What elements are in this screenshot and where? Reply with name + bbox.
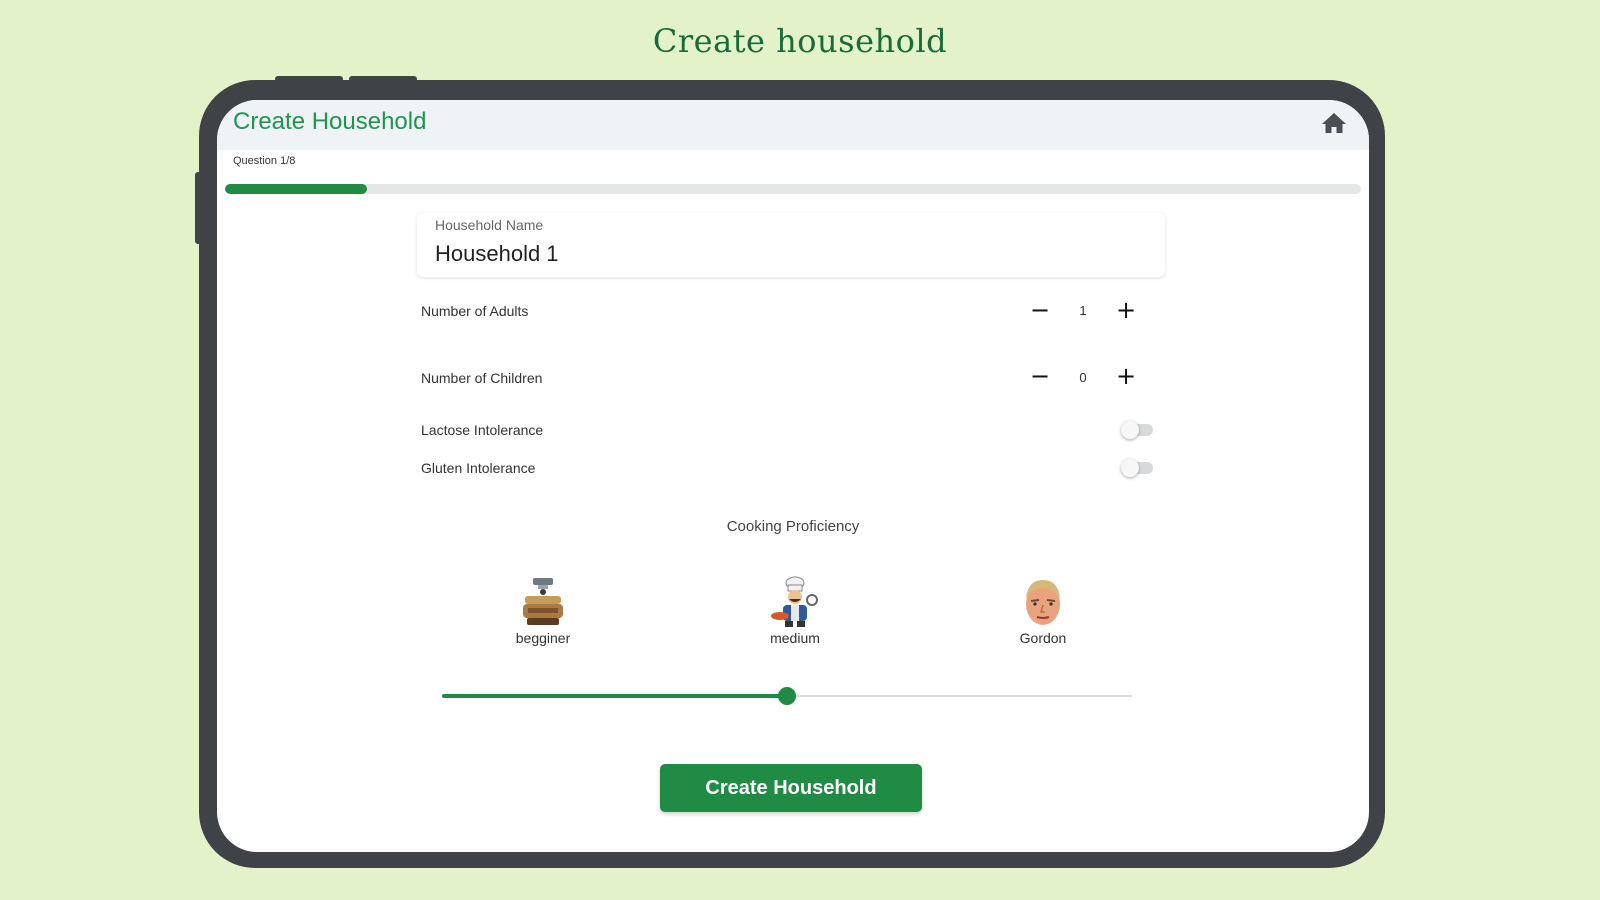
- app-screen: Create Household Question 1/8 Household …: [217, 100, 1369, 852]
- app-bar: Create Household: [217, 100, 1369, 150]
- gluten-toggle-knob: [1121, 459, 1139, 477]
- chef-icon: [771, 576, 818, 627]
- tablet-top-button-right: [349, 76, 417, 82]
- level-gordon[interactable]: Gordon: [983, 576, 1103, 646]
- adults-increment-button[interactable]: +: [1113, 297, 1139, 323]
- tablet-top-button-left: [275, 76, 343, 82]
- lactose-toggle-knob: [1121, 421, 1139, 439]
- tablet-side-button: [195, 172, 201, 244]
- level-beginner-label: begginer: [515, 630, 571, 646]
- progress-bar: [225, 184, 1361, 194]
- gordon-face-icon: [1026, 580, 1060, 625]
- lactose-toggle[interactable]: [1121, 421, 1153, 439]
- children-count: 0: [1079, 370, 1087, 385]
- level-medium[interactable]: medium: [735, 576, 855, 646]
- lactose-label: Lactose Intolerance: [421, 422, 544, 438]
- beginner-cook-icon: [523, 578, 563, 625]
- proficiency-slider-fill: [442, 694, 787, 698]
- level-gordon-label: Gordon: [1019, 630, 1067, 646]
- progress-bar-fill: [225, 184, 367, 194]
- household-name-input[interactable]: [435, 241, 1135, 267]
- proficiency-slider-thumb[interactable]: [778, 687, 796, 705]
- question-counter: Question 1/8: [233, 155, 296, 167]
- level-beginner[interactable]: begginer: [483, 576, 603, 646]
- household-name-field[interactable]: Household Name: [417, 213, 1165, 277]
- home-icon[interactable]: [1321, 111, 1347, 135]
- adults-count: 1: [1079, 303, 1087, 318]
- adults-label: Number of Adults: [421, 303, 529, 319]
- adults-decrement-button[interactable]: −: [1027, 297, 1053, 323]
- gluten-toggle[interactable]: [1121, 459, 1153, 477]
- level-medium-label: medium: [770, 630, 820, 646]
- children-decrement-button[interactable]: −: [1027, 363, 1053, 389]
- create-household-button[interactable]: Create Household: [660, 764, 922, 812]
- cooking-proficiency-title: Cooking Proficiency: [726, 518, 860, 535]
- household-name-label: Household Name: [435, 217, 544, 233]
- children-increment-button[interactable]: +: [1113, 363, 1139, 389]
- children-label: Number of Children: [421, 370, 543, 386]
- gluten-label: Gluten Intolerance: [421, 460, 536, 476]
- proficiency-slider[interactable]: [442, 687, 1132, 705]
- promo-title: Create household: [652, 22, 948, 60]
- page-title: Create Household: [233, 108, 427, 135]
